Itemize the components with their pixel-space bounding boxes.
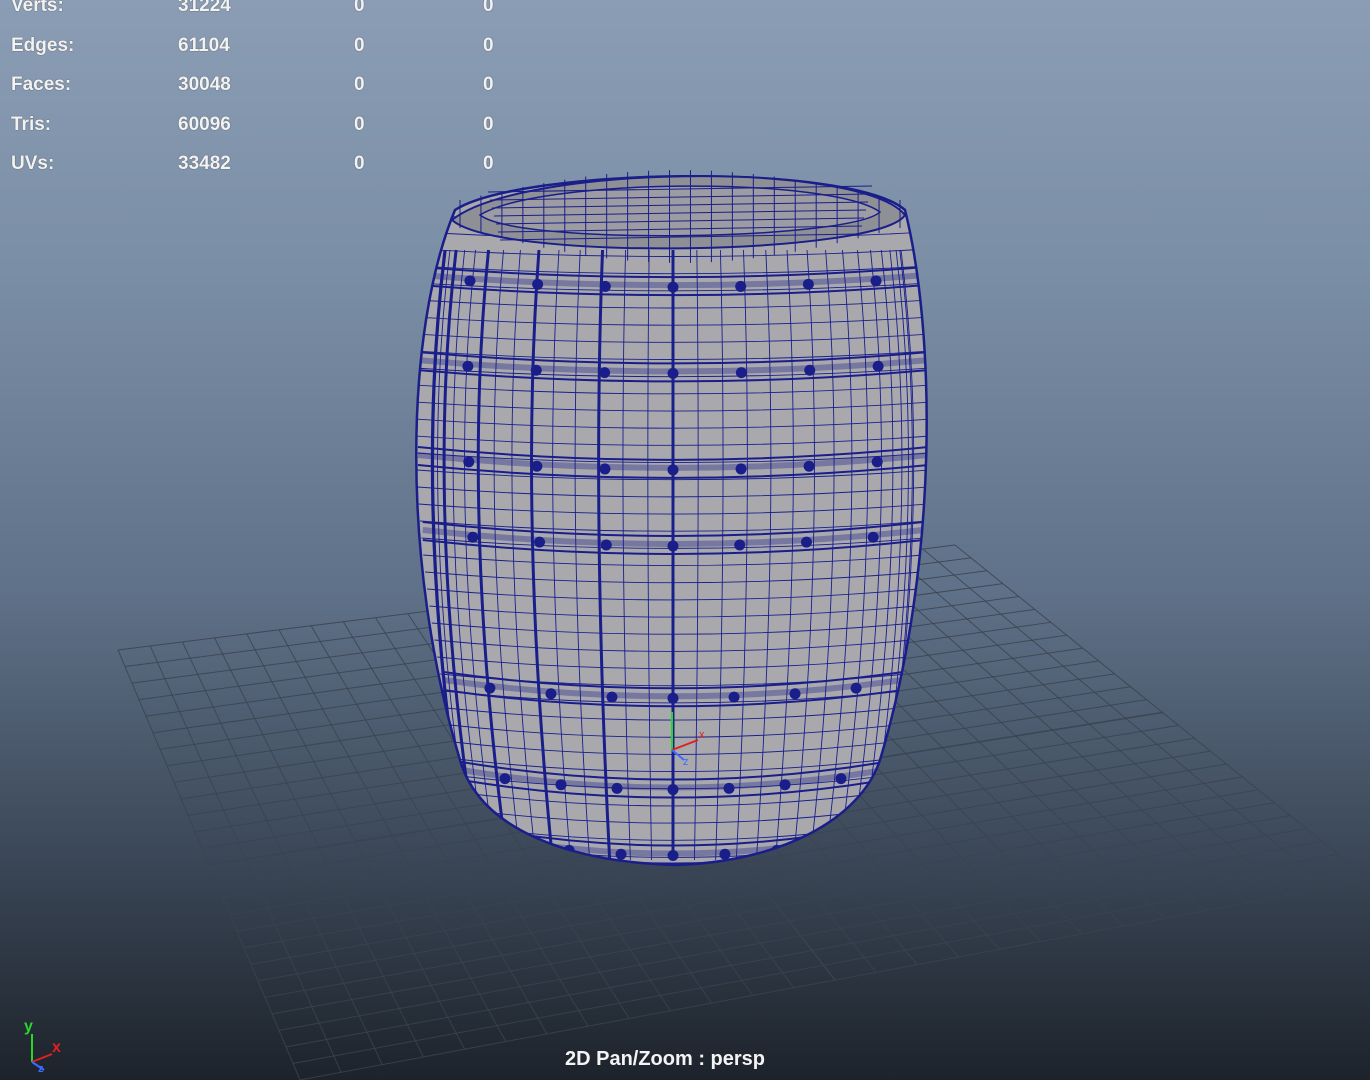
manip-z-label: z bbox=[683, 756, 689, 768]
camera-name-label: 2D Pan/Zoom : persp bbox=[564, 1048, 766, 1070]
hud-row-verts: Verts: 31224 0 0 bbox=[0, 0, 520, 19]
perspective-viewport[interactable]: x z Verts: 31224 0 0 Edges: 61104 0 0 Fa… bbox=[0, 0, 1370, 1080]
axis-y-label: y bbox=[24, 1018, 33, 1035]
hud-total: 33482 bbox=[178, 153, 231, 174]
hud-row-uvs: UVs: 33482 0 0 bbox=[0, 153, 520, 177]
hud-label: Faces: bbox=[11, 74, 72, 95]
barrel-mesh[interactable] bbox=[415, 170, 932, 875]
hud-other: 0 bbox=[483, 0, 494, 16]
hud-label: Edges: bbox=[11, 35, 75, 56]
hud-row-edges: Edges: 61104 0 0 bbox=[0, 35, 520, 59]
hud-total: 30048 bbox=[178, 74, 231, 95]
hud-label: UVs: bbox=[11, 153, 55, 174]
hud-selected: 0 bbox=[354, 35, 365, 56]
hud-total: 60096 bbox=[178, 114, 231, 135]
hud-label: Tris: bbox=[11, 114, 52, 135]
hud-other: 0 bbox=[483, 35, 494, 56]
axis-x-label: x bbox=[52, 1039, 61, 1056]
hud-total: 31224 bbox=[178, 0, 231, 16]
manip-x-label: x bbox=[699, 729, 705, 741]
hud-selected: 0 bbox=[354, 114, 365, 135]
axis-z-label: z bbox=[38, 1063, 44, 1075]
view-axis-icon: y x z bbox=[24, 1018, 61, 1075]
hud-total: 61104 bbox=[178, 35, 230, 56]
hud-other: 0 bbox=[483, 153, 494, 174]
hud-selected: 0 bbox=[354, 0, 365, 16]
hud-selected: 0 bbox=[354, 74, 365, 95]
hud-other: 0 bbox=[483, 74, 494, 95]
hud-row-tris: Tris: 60096 0 0 bbox=[0, 114, 520, 138]
hud-other: 0 bbox=[483, 114, 494, 135]
hud-row-faces: Faces: 30048 0 0 bbox=[0, 74, 520, 98]
hud-selected: 0 bbox=[354, 153, 365, 174]
hud-label: Verts: bbox=[11, 0, 64, 16]
